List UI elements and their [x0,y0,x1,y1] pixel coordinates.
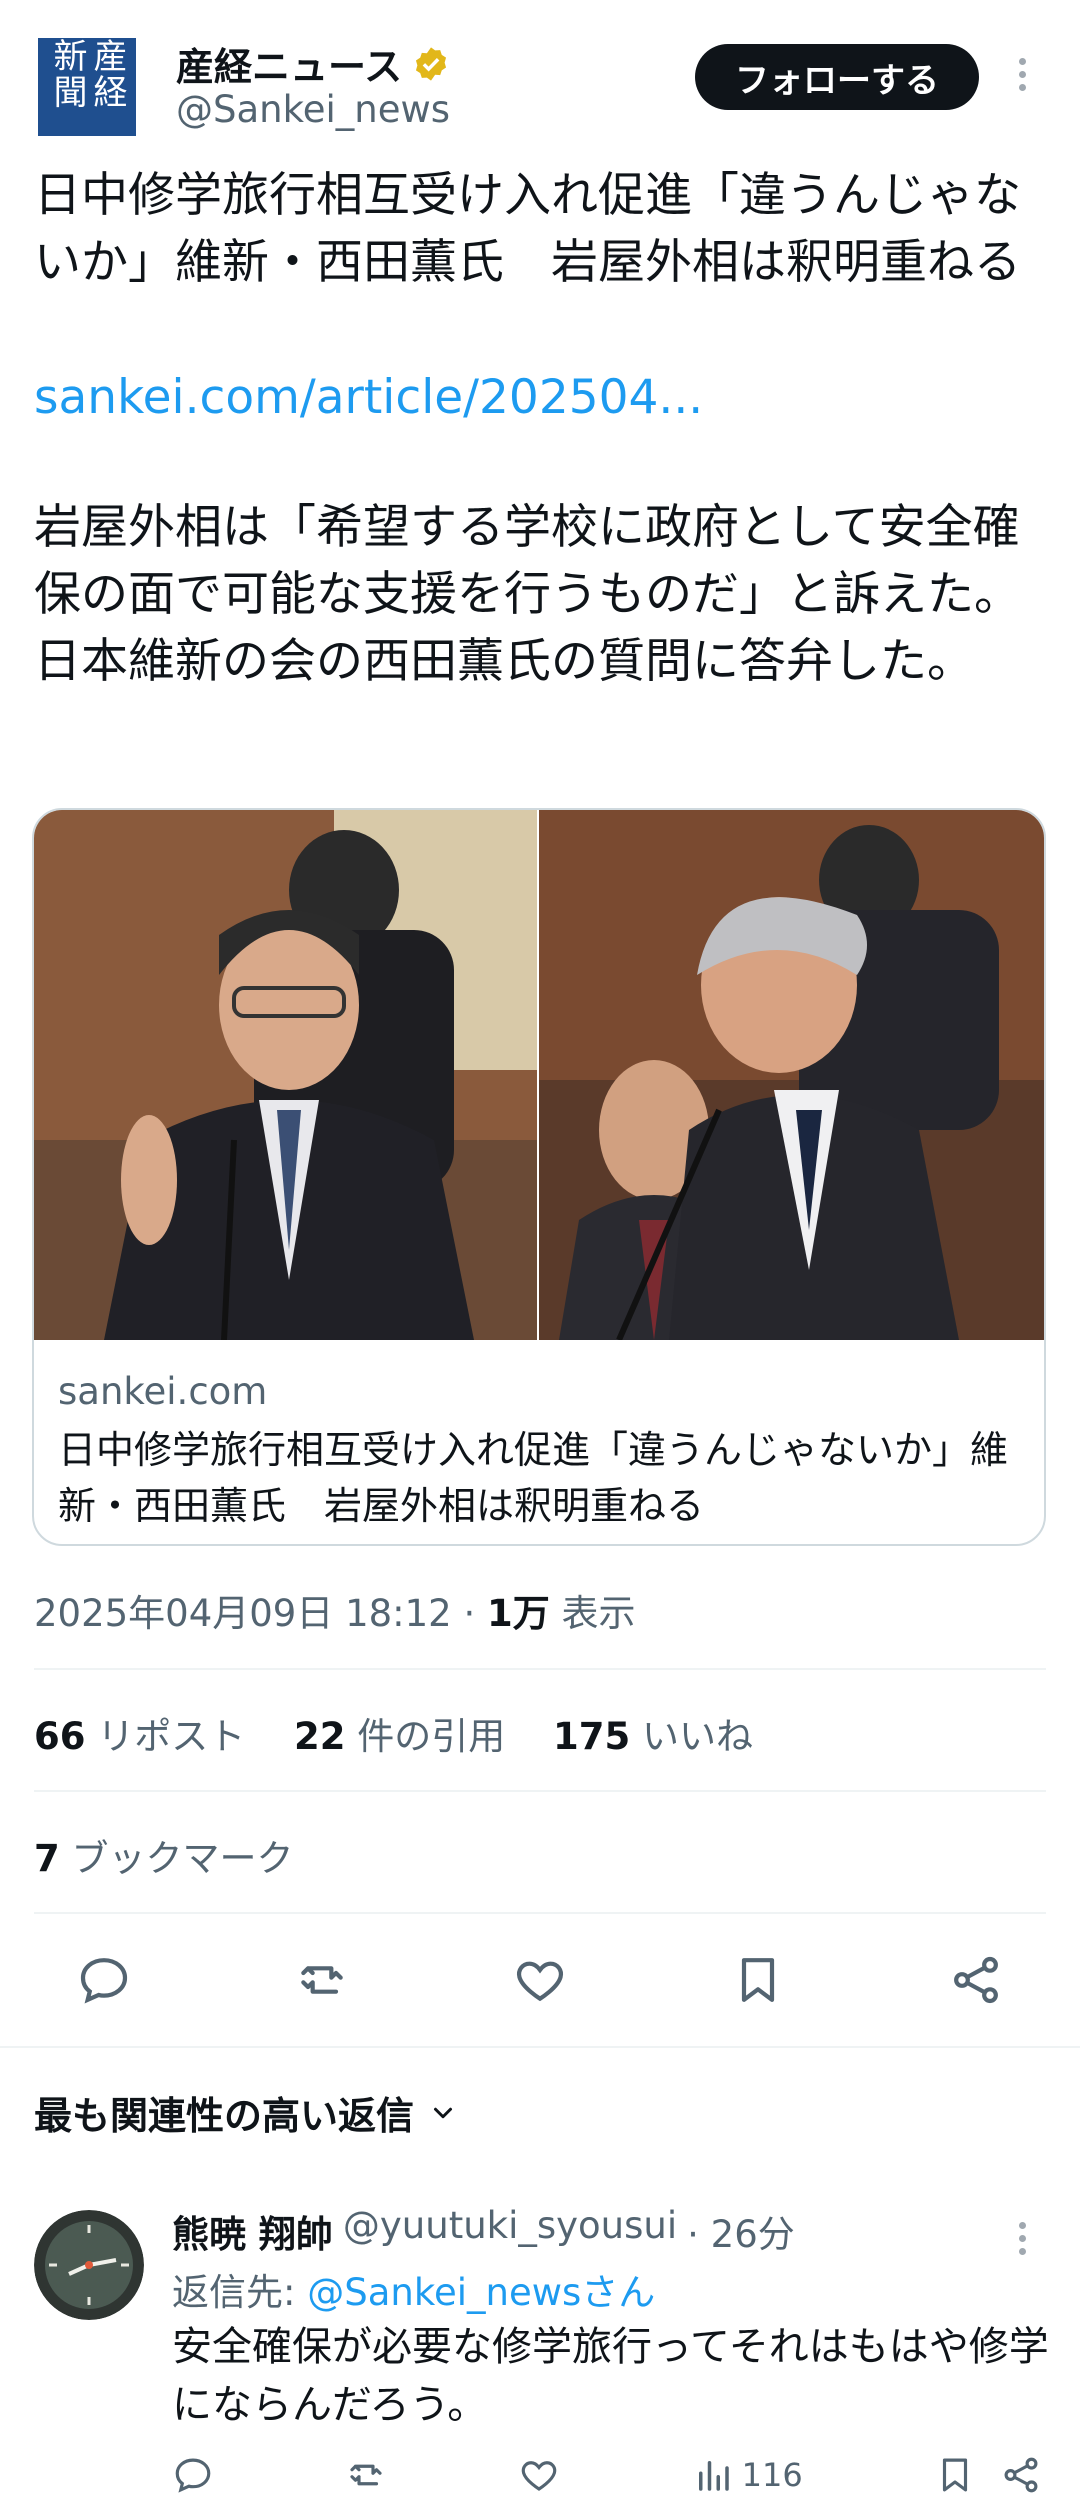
account-name-row[interactable]: 産経ニュース [176,36,450,91]
share-icon[interactable] [946,1950,1006,2010]
post-meta: 2025年04月09日 18:12 · 1万 表示 [34,1592,636,1635]
reply-avatar[interactable] [34,2210,144,2320]
post-action-bar [34,1945,1046,2015]
post-headline: 日中修学旅行相互受け入れ促進「違うんじゃないか」維新・西田薫氏 岩屋外相は釈明重… [34,168,1021,290]
like-icon[interactable] [510,1950,570,2010]
divider [34,1668,1046,1670]
divider [34,1912,1046,1914]
card-title: 日中修学旅行相互受け入れ促進「違うんじゃないか」維新・西田薫氏 岩屋外相は釈明重… [58,1428,1009,1528]
reply-reply-icon[interactable] [172,2454,214,2496]
reply-author-name[interactable]: 熊暁 翔帥 [172,2204,333,2258]
reply-bookmark-share [934,2454,1042,2496]
quotes-stat[interactable]: 22 件の引用 [294,1706,505,1760]
reposts-stat[interactable]: 66 リポスト [34,1706,245,1760]
reply-views[interactable]: 116 [692,2454,803,2496]
logo-text: 産経新聞 [47,38,127,110]
reply-repost-icon[interactable] [345,2454,387,2496]
divider [0,2046,1080,2048]
account-avatar-logo[interactable]: 産経新聞 [38,38,136,136]
views-label: 表示 [561,1592,636,1635]
reply-views-count: 116 [741,2456,803,2494]
more-options-icon[interactable] [1010,58,1034,98]
reply-share-icon[interactable] [1000,2454,1042,2496]
replies-sort-dropdown[interactable]: 最も関連性の高い返信 [34,2085,458,2140]
replies-section-title: 最も関連性の高い返信 [34,2094,415,2138]
divider [34,1790,1046,1792]
reply-author-row[interactable]: 熊暁 翔帥 @yuutuki_syousui · 26分 [172,2204,795,2258]
reply-icon[interactable] [74,1950,134,2010]
reply-to-handle-link[interactable]: @Sankei_newsさん [307,2271,655,2314]
photo-left-speaker [34,810,537,1340]
reply-bookmark-icon[interactable] [934,2454,976,2496]
reply-text: 安全確保が必要な修学旅行ってそれはもはや修学にならんだろう。 [172,2324,1049,2428]
reply-like-icon[interactable] [518,2454,560,2496]
photo-right-minister [539,810,1044,1340]
post-timestamp[interactable]: 2025年04月09日 18:12 [34,1592,452,1635]
verified-badge-icon [416,46,447,81]
card-domain: sankei.com [58,1370,268,1413]
reply-time: · 26分 [687,2213,795,2256]
post-link[interactable]: sankei.com/article/202504... [34,364,1044,431]
reply-more-options-icon[interactable] [1010,2222,1034,2262]
repost-icon[interactable] [292,1950,352,2010]
bookmark-icon[interactable] [728,1950,788,2010]
bookmarks-stat[interactable]: 7 ブックマーク [34,1828,294,1882]
reply-action-bar: 116 [172,2450,1042,2500]
views-count: 1万 [487,1592,550,1635]
post-body: 岩屋外相は「希望する学校に政府として安全確保の面で可能な支援を行うものだ」と訴え… [34,500,1021,689]
chevron-down-icon [434,2107,453,2118]
link-preview-card[interactable]: sankei.com 日中修学旅行相互受け入れ促進「違うんじゃないか」維新・西田… [32,808,1046,1546]
account-name[interactable]: 産経ニュース [176,36,402,91]
account-handle[interactable]: @Sankei_news [176,88,450,131]
follow-button[interactable]: フォローする [695,44,979,110]
analytics-icon [698,2461,729,2491]
likes-stat[interactable]: 175 いいね [553,1706,753,1760]
reply-to-line: 返信先: @Sankei_newsさん [172,2271,656,2314]
reply-author-handle[interactable]: @yuutuki_syousui [343,2204,677,2258]
